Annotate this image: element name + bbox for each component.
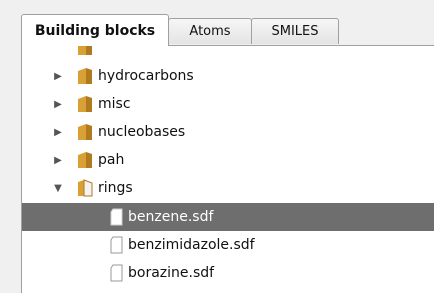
tree-item-benzene-sdf[interactable]: benzene.sdf [22,203,434,231]
expand-arrow-icon[interactable]: ▶ [52,126,64,138]
tab-label: SMILES [271,24,319,39]
tree-item-rings[interactable]: ▼ rings [22,175,434,201]
collapse-arrow-icon[interactable]: ▼ [52,182,64,194]
folder-icon [77,46,93,56]
tab-label: Atoms [189,24,231,39]
tab-atoms[interactable]: Atoms [168,18,252,44]
tree-item-label: borazine.sdf [128,265,215,281]
tree-item-borazine-sdf[interactable]: borazine.sdf [22,260,434,286]
folder-icon [77,67,93,85]
tab-label: Building blocks [34,22,156,39]
file-icon [109,208,125,226]
tree-item-label: rings [98,180,133,196]
tree-item-label: hydrocarbons [98,68,194,84]
expand-arrow-icon[interactable]: ▶ [52,98,64,110]
tab-building-blocks[interactable]: Building blocks [21,14,169,46]
tree-item-label: benzene.sdf [128,209,214,225]
tree-item-partial [22,46,434,60]
folder-icon [77,151,93,169]
file-icon [109,236,125,254]
open-folder-icon [77,179,93,197]
file-icon [109,264,125,282]
tree-item-nucleobases[interactable]: ▶ nucleobases [22,119,434,145]
tree-item-label: nucleobases [98,124,186,140]
tree-item-label: pah [98,152,125,168]
tab-bar: Building blocks Atoms SMILES [0,0,434,46]
tree-item-label: benzimidazole.sdf [128,237,255,253]
tab-smiles[interactable]: SMILES [251,18,339,44]
tree-item-benzimidazole-sdf[interactable]: benzimidazole.sdf [22,232,434,258]
expand-arrow-icon[interactable]: ▶ [52,70,64,82]
folder-icon [77,123,93,141]
tree-item-label: misc [98,96,131,112]
expand-arrow-icon[interactable]: ▶ [52,154,64,166]
building-blocks-tree[interactable]: ▶ hydrocarbons ▶ misc ▶ nucleobases ▶ pa… [21,45,434,293]
tree-item-misc[interactable]: ▶ misc [22,91,434,117]
tree-item-hydrocarbons[interactable]: ▶ hydrocarbons [22,63,434,89]
tree-item-pah[interactable]: ▶ pah [22,147,434,173]
folder-icon [77,95,93,113]
